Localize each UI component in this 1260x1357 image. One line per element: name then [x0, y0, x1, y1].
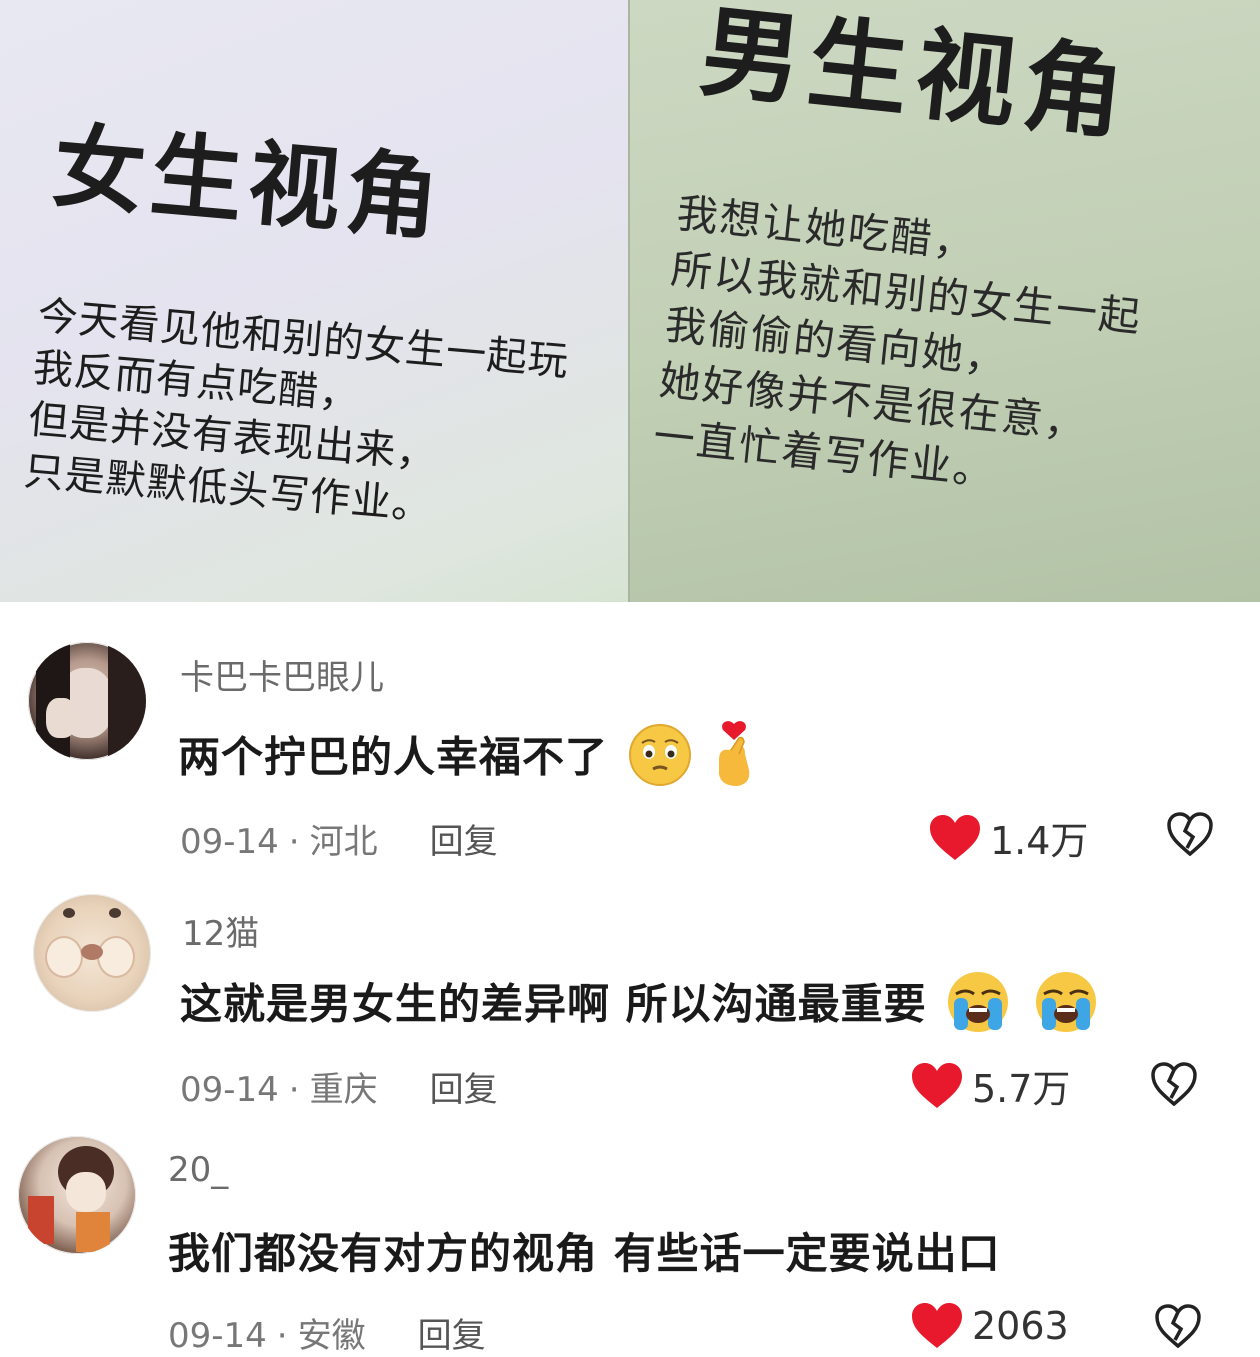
comment-item: 20_ 我们都没有对方的视角 有些话一定要说出口 09-14 · 安徽 回复 2063 [0, 1102, 1260, 1357]
comment-item: 12猫 这就是男女生的差异啊 所以沟通最重要 09-14 · 重庆 回复 5.7万 [0, 852, 1260, 1111]
boy-perspective-text: 我想让她吃醋， 所以我就和别的女生一起 我偷偷的看向她， 她好像并不是很在意， … [651, 185, 1260, 530]
comment-item: 卡巴卡巴眼儿 两个拧巴的人幸福不了 09-14 · 河北 回复 1.4万 [0, 602, 1260, 863]
comment-text-body: 这就是男女生的差异啊 所以沟通最重要 [180, 979, 927, 1029]
meta-separator: · [276, 1316, 288, 1356]
finger-heart-icon [711, 720, 757, 800]
comment-text: 我们都没有对方的视角 有些话一定要说出口 [168, 1220, 1001, 1281]
girl-perspective-text: 今天看见他和别的女生一起玩 我反而有点吃醋， 但是并没有表现出来， 只是默默低头… [22, 290, 628, 550]
broken-heart-icon[interactable] [1150, 1062, 1198, 1106]
comment-list: 卡巴卡巴眼儿 两个拧巴的人幸福不了 09-14 · 河北 回复 1.4万 12猫… [0, 602, 1260, 1357]
post-image[interactable]: 女生视角 今天看见他和别的女生一起玩 我反而有点吃醋， 但是并没有表现出来， 只… [0, 0, 1260, 602]
loudly-crying-face-icon [1030, 970, 1102, 1044]
comment-location: 安徽 [297, 1316, 366, 1356]
comment-username[interactable]: 12猫 [182, 906, 259, 955]
comment-meta: 09-14 · 安徽 回复 [168, 1308, 486, 1357]
comment-username[interactable]: 20_ [168, 1150, 228, 1190]
boy-perspective-heading: 男生视角 [695, 0, 1138, 155]
heart-icon [912, 1303, 962, 1348]
pleading-face-icon [624, 723, 696, 797]
comment-username[interactable]: 卡巴卡巴眼儿 [180, 650, 384, 699]
comment-text: 这就是男女生的差异啊 所以沟通最重要 [180, 970, 1102, 1044]
comment-date: 09-14 [168, 1316, 267, 1356]
avatar[interactable] [18, 1136, 136, 1254]
reply-button[interactable]: 回复 [418, 1316, 486, 1356]
comment-text-body: 我们都没有对方的视角 有些话一定要说出口 [168, 1229, 1001, 1278]
comment-text-body: 两个拧巴的人幸福不了 [178, 732, 609, 782]
avatar[interactable] [33, 894, 151, 1012]
broken-heart-icon[interactable] [1166, 812, 1214, 856]
comment-text: 两个拧巴的人幸福不了 [178, 720, 757, 800]
girl-perspective-photo: 女生视角 今天看见他和别的女生一起玩 我反而有点吃醋， 但是并没有表现出来， 只… [0, 0, 628, 602]
boy-perspective-photo: 男生视角 我想让她吃醋， 所以我就和别的女生一起 我偷偷的看向她， 她好像并不是… [630, 0, 1260, 602]
avatar[interactable] [28, 642, 146, 760]
like-button[interactable]: 2063 [910, 1302, 1069, 1350]
broken-heart-icon[interactable] [1154, 1304, 1202, 1348]
loudly-crying-face-icon [942, 970, 1014, 1044]
girl-perspective-heading: 女生视角 [48, 111, 449, 254]
like-count: 2063 [972, 1304, 1069, 1348]
